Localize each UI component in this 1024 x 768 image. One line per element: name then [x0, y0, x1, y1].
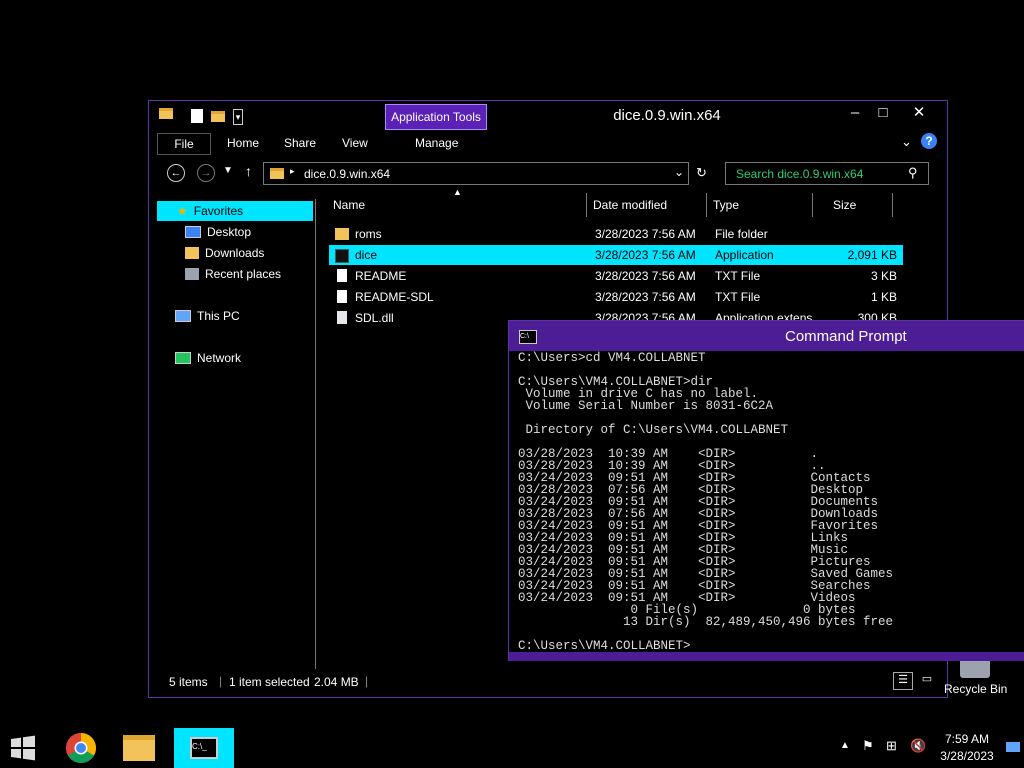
- dll-file-icon: [337, 311, 347, 324]
- help-icon[interactable]: ?: [921, 133, 937, 149]
- column-header-type[interactable]: Type: [707, 193, 813, 217]
- tab-share[interactable]: Share: [284, 136, 316, 150]
- item-count: 5 items: [169, 675, 208, 689]
- text-file-icon: [337, 290, 347, 303]
- chrome-icon: [65, 733, 97, 764]
- file-explorer-button[interactable]: [116, 728, 162, 768]
- file-row-dice[interactable]: dice 3/28/2023 7:56 AM Application 2,091…: [329, 245, 903, 265]
- column-header-name[interactable]: Name: [327, 193, 587, 217]
- minimize-button[interactable]: –: [841, 103, 869, 123]
- status-divider: |: [365, 674, 369, 688]
- refresh-icon[interactable]: ↻: [696, 165, 707, 181]
- nav-item-downloads[interactable]: Downloads: [185, 243, 264, 263]
- ribbon-tabs: File Home Share View Manage ⌄ ?: [149, 131, 947, 157]
- expand-ribbon-icon[interactable]: ⌄: [901, 134, 912, 150]
- desktop-icon: [185, 226, 201, 238]
- folder-icon: [159, 108, 173, 119]
- quick-access-dropdown-icon[interactable]: ▾: [233, 109, 243, 125]
- folder-icon: [335, 228, 349, 240]
- breadcrumb-chevron-icon[interactable]: ▸: [290, 166, 295, 177]
- network-tray-icon[interactable]: ⊞: [886, 738, 897, 754]
- close-button[interactable]: ✕: [905, 103, 933, 123]
- navigation-pane: ★ Favorites Desktop Downloads Recent pla…: [155, 199, 316, 669]
- clock-time: 7:59 AM: [944, 732, 990, 746]
- cmd-taskbar-icon: C:\_: [190, 737, 218, 759]
- back-button[interactable]: ←: [167, 164, 185, 182]
- selected-count: 1 item selected: [229, 675, 310, 689]
- nav-item-network[interactable]: Network: [175, 348, 241, 368]
- folder-icon: [270, 168, 284, 179]
- properties-icon[interactable]: [191, 109, 203, 123]
- large-icons-view-icon[interactable]: ▭: [917, 672, 937, 690]
- cmd-title-bar[interactable]: C:\ Command Prompt: [509, 321, 1024, 351]
- application-tools-tab[interactable]: Application Tools: [385, 104, 487, 130]
- tab-manage[interactable]: Manage: [415, 136, 458, 150]
- text-file-icon: [337, 269, 347, 282]
- address-row: ← → ▼ ↑ ▸ dice.0.9.win.x64 ⌄ ↻ Search di…: [149, 159, 947, 189]
- action-center-flag-icon[interactable]: ⚑: [862, 738, 874, 754]
- status-bar: 5 items | 1 item selected 2.04 MB | ☰ ▭: [149, 671, 947, 695]
- nav-item-favorites[interactable]: ★ Favorites: [157, 201, 313, 221]
- show-desktop-icon[interactable]: [1006, 742, 1020, 752]
- chrome-button[interactable]: [58, 728, 104, 768]
- address-dropdown-icon[interactable]: ⌄: [674, 165, 684, 179]
- tab-file[interactable]: File: [157, 133, 211, 155]
- file-row-roms[interactable]: roms 3/28/2023 7:56 AM File folder: [329, 224, 903, 244]
- window-title: dice.0.9.win.x64: [613, 107, 721, 124]
- clock[interactable]: 7:59 AM 3/28/2023: [940, 732, 994, 763]
- recent-locations-icon[interactable]: ▼: [223, 165, 233, 176]
- tab-home[interactable]: Home: [227, 136, 259, 150]
- forward-button[interactable]: →: [197, 164, 215, 182]
- network-icon: [175, 352, 191, 364]
- cmd-title: Command Prompt: [785, 328, 907, 345]
- application-icon: [335, 249, 349, 263]
- selected-size: 2.04 MB: [314, 675, 359, 689]
- title-bar[interactable]: ▾ Application Tools dice.0.9.win.x64 – □…: [149, 101, 947, 131]
- star-icon: ★: [177, 204, 188, 218]
- cmd-bottom-border: [509, 652, 1024, 661]
- file-row-readme[interactable]: README 3/28/2023 7:56 AM TXT File 3 KB: [329, 266, 903, 286]
- taskbar: C:\_ ▲ ⚑ ⊞ 🔇 7:59 AM 3/28/2023: [0, 728, 1024, 768]
- search-icon[interactable]: ⚲: [908, 165, 918, 181]
- maximize-button[interactable]: □: [869, 103, 897, 123]
- clock-date: 3/28/2023: [940, 749, 994, 763]
- file-explorer-icon: [123, 735, 155, 761]
- tab-view[interactable]: View: [342, 136, 368, 150]
- start-button[interactable]: [0, 728, 46, 768]
- windows-logo-icon: [11, 735, 35, 761]
- cmd-output[interactable]: C:\Users>cd VM4.COLLABNET C:\Users\VM4.C…: [518, 352, 1018, 653]
- column-header-size[interactable]: Size: [827, 193, 893, 217]
- recent-places-icon: [185, 268, 199, 280]
- column-header-date[interactable]: Date modified: [587, 193, 707, 217]
- file-row-readme-sdl[interactable]: README-SDL 3/28/2023 7:56 AM TXT File 1 …: [329, 287, 903, 307]
- command-prompt-taskbar-button[interactable]: C:\_: [174, 728, 234, 768]
- address-text: dice.0.9.win.x64: [304, 167, 391, 181]
- volume-muted-icon[interactable]: 🔇: [910, 738, 926, 754]
- details-view-icon[interactable]: ☰: [893, 672, 913, 690]
- status-divider: |: [219, 674, 223, 688]
- cmd-icon: C:\: [519, 330, 537, 344]
- command-prompt-window[interactable]: C:\ Command Prompt C:\Users>cd VM4.COLLA…: [508, 320, 1024, 661]
- show-hidden-icons-icon[interactable]: ▲: [840, 740, 850, 751]
- new-folder-icon[interactable]: [211, 111, 225, 122]
- nav-item-this-pc[interactable]: This PC: [175, 306, 240, 326]
- nav-item-recent-places[interactable]: Recent places: [185, 264, 281, 284]
- up-icon[interactable]: ↑: [245, 163, 252, 179]
- search-input[interactable]: Search dice.0.9.win.x64 ⚲: [725, 162, 929, 185]
- nav-item-desktop[interactable]: Desktop: [185, 222, 251, 242]
- search-placeholder: Search dice.0.9.win.x64: [736, 167, 864, 181]
- address-bar[interactable]: ▸ dice.0.9.win.x64 ⌄ ↻: [263, 162, 707, 185]
- downloads-icon: [185, 247, 199, 259]
- computer-icon: [175, 310, 191, 322]
- recycle-bin-label[interactable]: Recycle Bin: [944, 682, 1007, 696]
